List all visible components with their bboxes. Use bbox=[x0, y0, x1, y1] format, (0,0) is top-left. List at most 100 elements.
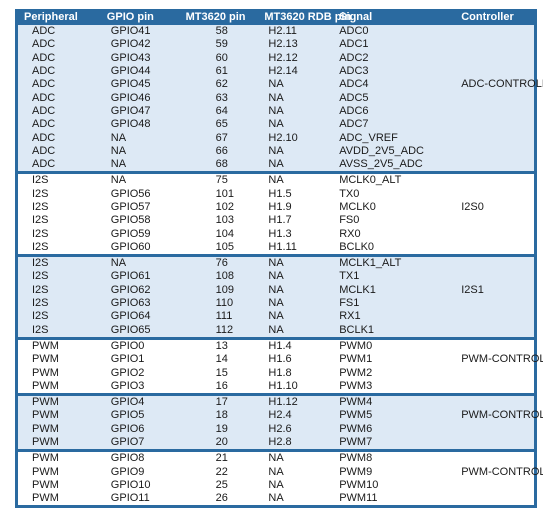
cell-mt3620-rdb-pin: NA bbox=[254, 270, 334, 284]
table-row: ADC GPIO42 59 H2.13 ADC1 bbox=[18, 38, 534, 52]
cell-gpio-pin: GPIO44 bbox=[96, 64, 176, 79]
cell-mt3620-rdb-pin: H2.12 bbox=[254, 51, 334, 65]
cell-signal: PWM11 bbox=[333, 492, 456, 506]
cell-signal: PWM7 bbox=[333, 435, 456, 451]
cell-signal: PWM1 bbox=[333, 353, 456, 367]
cell-peripheral: ADC bbox=[18, 91, 97, 105]
cell-signal: ADC0 bbox=[333, 25, 456, 39]
cell-mt3620-pin: 111 bbox=[175, 310, 255, 324]
cell-mt3620-rdb-pin: NA bbox=[254, 310, 334, 324]
cell-mt3620-pin: 15 bbox=[175, 366, 255, 380]
table-row: ADCGPIO4562NAADC4ADC-CONTROLLER-0 bbox=[18, 78, 543, 92]
cell-mt3620-pin: 64 bbox=[175, 104, 255, 119]
table-row: I2S GPIO57 102 H1.9 MCLK0 I2S0 bbox=[18, 200, 534, 215]
cell-signal: MCLK1_ALT bbox=[333, 254, 456, 271]
cell-peripheral: I2S bbox=[18, 270, 97, 284]
cell-mt3620-rdb-pin: H1.10 bbox=[254, 379, 334, 395]
cell-signal: ADC4 bbox=[333, 78, 456, 92]
cell-controller bbox=[455, 91, 534, 105]
cell-controller bbox=[455, 379, 534, 395]
cell-gpio-pin: GPIO42 bbox=[96, 38, 176, 52]
table-row: ADC GPIO48 65 NA ADC7 bbox=[18, 118, 534, 132]
cell-peripheral: PWM bbox=[18, 492, 97, 506]
cell-gpio-pin: GPIO58 bbox=[96, 214, 176, 228]
cell-signal: TX1 bbox=[333, 270, 456, 284]
cell-mt3620-pin: 76 bbox=[175, 254, 255, 271]
cell-controller bbox=[455, 393, 534, 410]
cell-peripheral: ADC bbox=[18, 25, 97, 39]
cell-peripheral: PWM bbox=[18, 353, 97, 367]
cell-mt3620-rdb-pin: H2.14 bbox=[254, 64, 334, 79]
cell-gpio-pin: GPIO7 bbox=[96, 435, 176, 451]
cell-gpio-pin: GPIO4 bbox=[96, 393, 176, 410]
cell-gpio-pin: GPIO43 bbox=[96, 51, 176, 65]
cell-controller: PWM-CONTROLLER-2 bbox=[455, 465, 543, 479]
cell-gpio-pin: GPIO5 bbox=[96, 409, 176, 423]
cell-peripheral: I2S bbox=[18, 214, 97, 228]
table-row: PWM GPIO3 16 H1.10 PWM3 bbox=[18, 379, 534, 395]
cell-signal: PWM4 bbox=[333, 393, 456, 410]
cell-mt3620-rdb-pin: H1.6 bbox=[254, 353, 334, 367]
cell-signal: PWM6 bbox=[333, 422, 456, 436]
cell-signal: PWM8 bbox=[333, 449, 456, 466]
cell-mt3620-rdb-pin: H2.8 bbox=[254, 435, 334, 451]
cell-mt3620-rdb-pin: H1.12 bbox=[254, 393, 334, 410]
cell-gpio-pin: GPIO46 bbox=[96, 91, 176, 105]
cell-gpio-pin: GPIO65 bbox=[96, 323, 176, 339]
cell-peripheral: I2S bbox=[18, 240, 97, 256]
cell-gpio-pin: GPIO56 bbox=[96, 187, 176, 201]
table-row: I2S NA 76 NA MCLK1_ALT bbox=[18, 254, 534, 271]
cell-mt3620-rdb-pin: H1.4 bbox=[254, 336, 334, 354]
cell-mt3620-rdb-pin: H2.4 bbox=[254, 409, 334, 423]
cell-mt3620-pin: 63 bbox=[175, 91, 255, 105]
cell-mt3620-pin: 65 bbox=[175, 118, 255, 132]
cell-controller bbox=[455, 227, 534, 241]
cell-peripheral: PWM bbox=[18, 478, 97, 493]
cell-mt3620-rdb-pin: NA bbox=[254, 478, 334, 493]
cell-controller bbox=[455, 51, 534, 65]
table-row: PWM GPIO2 15 H1.8 PWM2 bbox=[18, 366, 534, 380]
cell-peripheral: I2S bbox=[18, 310, 97, 324]
table-row: PWMGPIO922NAPWM9PWM-CONTROLLER-2 bbox=[18, 465, 543, 479]
cell-mt3620-rdb-pin: NA bbox=[254, 104, 334, 119]
cell-mt3620-pin: 75 bbox=[175, 171, 255, 188]
cell-peripheral: PWM bbox=[18, 393, 97, 410]
cell-gpio-pin: GPIO10 bbox=[96, 478, 176, 493]
cell-signal: FS0 bbox=[333, 214, 456, 228]
cell-gpio-pin: GPIO6 bbox=[96, 422, 176, 436]
cell-mt3620-pin: 101 bbox=[175, 187, 255, 201]
cell-gpio-pin: NA bbox=[96, 131, 176, 145]
cell-controller bbox=[455, 131, 534, 145]
cell-peripheral: ADC bbox=[18, 157, 97, 173]
cell-gpio-pin: NA bbox=[96, 171, 176, 188]
cell-signal: PWM10 bbox=[333, 478, 456, 493]
cell-peripheral: PWM bbox=[18, 336, 97, 354]
cell-mt3620-rdb-pin: NA bbox=[254, 283, 334, 297]
cell-gpio-pin: GPIO9 bbox=[96, 465, 176, 479]
cell-controller bbox=[455, 240, 534, 256]
cell-mt3620-rdb-pin: NA bbox=[254, 144, 334, 158]
cell-signal: RX0 bbox=[333, 227, 456, 241]
cell-mt3620-rdb-pin: H2.11 bbox=[254, 25, 334, 39]
cell-controller bbox=[455, 422, 534, 436]
cell-controller bbox=[455, 492, 534, 506]
cell-signal: RX1 bbox=[333, 310, 456, 324]
cell-controller bbox=[455, 323, 534, 339]
table-row: ADC NA 66 NA AVDD_2V5_ADC bbox=[18, 144, 534, 158]
cell-mt3620-pin: 18 bbox=[175, 409, 255, 423]
header-gpio-pin: GPIO pin bbox=[96, 9, 176, 25]
cell-gpio-pin: GPIO1 bbox=[96, 353, 176, 367]
cell-mt3620-rdb-pin: NA bbox=[254, 118, 334, 132]
cell-gpio-pin: GPIO3 bbox=[96, 379, 176, 395]
table-row: I2S GPIO56 101 H1.5 TX0 bbox=[18, 187, 534, 201]
cell-mt3620-rdb-pin: H1.8 bbox=[254, 366, 334, 380]
cell-mt3620-rdb-pin: H2.13 bbox=[254, 38, 334, 52]
header-mt3620-rdb-pin: MT3620 RDB pin bbox=[254, 9, 351, 25]
cell-peripheral: I2S bbox=[18, 171, 97, 188]
cell-peripheral: ADC bbox=[18, 38, 97, 52]
cell-controller: I2S0 bbox=[455, 200, 534, 215]
table-row: PWM GPIO7 20 H2.8 PWM7 bbox=[18, 435, 534, 451]
table-row: I2S GPIO64 111 NA RX1 bbox=[18, 310, 534, 324]
table-row: I2S GPIO59 104 H1.3 RX0 bbox=[18, 227, 534, 241]
cell-controller bbox=[455, 254, 534, 271]
